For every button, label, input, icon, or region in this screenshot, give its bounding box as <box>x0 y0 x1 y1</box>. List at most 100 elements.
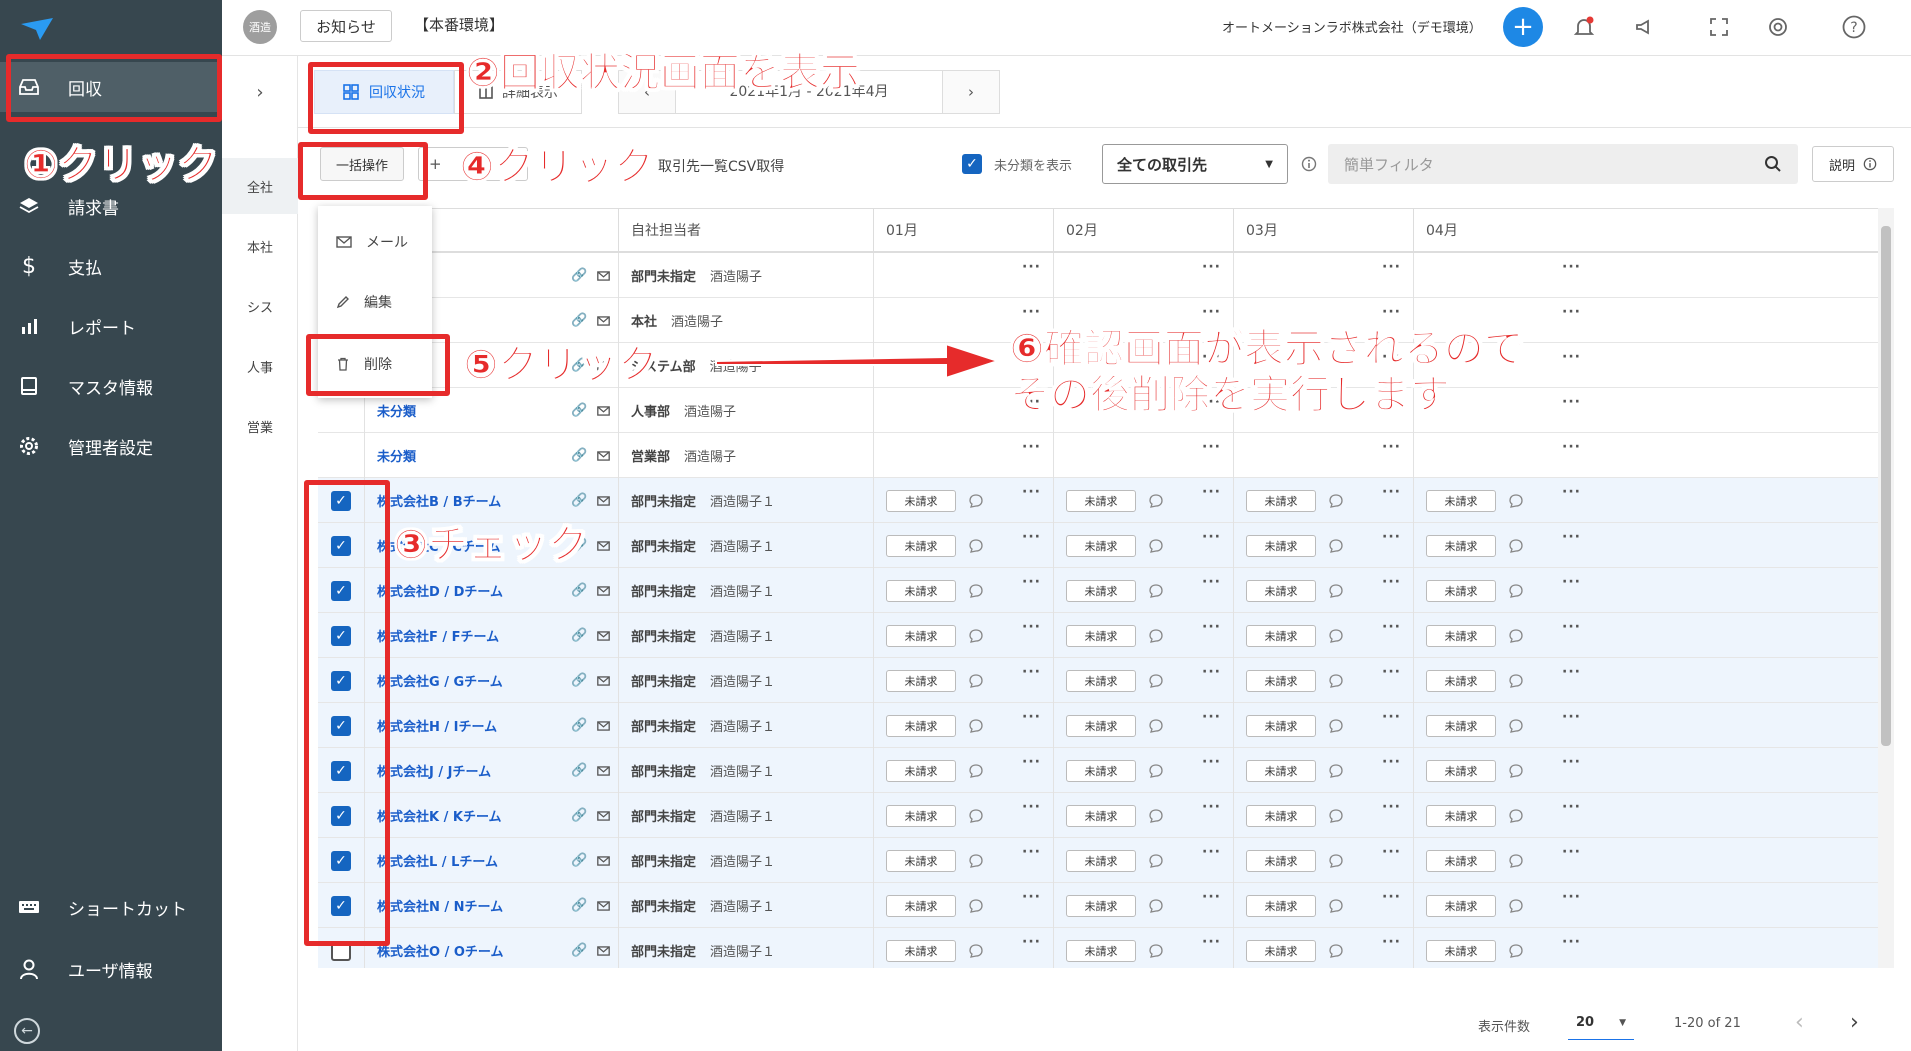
checkbox[interactable]: ✓ <box>962 154 982 174</box>
more-options-icon[interactable]: ··· <box>1202 799 1221 815</box>
more-options-icon[interactable]: ··· <box>1022 619 1041 635</box>
more-options-icon[interactable]: ··· <box>1022 529 1041 545</box>
comment-icon[interactable] <box>1148 808 1164 824</box>
help-icon[interactable]: ? <box>1840 13 1868 41</box>
tenant-chip[interactable]: 酒造 <box>243 10 277 44</box>
status-badge[interactable]: 未請求 <box>886 804 956 827</box>
more-options-icon[interactable]: ··· <box>1202 259 1221 275</box>
status-badge[interactable]: 未請求 <box>1426 669 1496 692</box>
comment-icon[interactable] <box>968 763 984 779</box>
more-options-icon[interactable]: ··· <box>1382 259 1401 275</box>
table-row[interactable]: ✓ 株式会社K / Kチーム 🔗 部門未指定 酒造陽子１ 未請求 ··· 未請求 ··· 未請求 ·… <box>318 793 1878 838</box>
more-options-icon[interactable]: ··· <box>1202 529 1221 545</box>
comment-icon[interactable] <box>968 583 984 599</box>
sidebar-item-shortcut[interactable]: ショートカット <box>0 882 222 932</box>
more-options-icon[interactable]: ··· <box>1382 439 1401 455</box>
comment-icon[interactable] <box>1508 583 1524 599</box>
status-badge[interactable]: 未請求 <box>886 669 956 692</box>
more-options-icon[interactable]: ··· <box>1562 394 1581 410</box>
status-badge[interactable]: 未請求 <box>1066 759 1136 782</box>
comment-icon[interactable] <box>1148 718 1164 734</box>
fullscreen-icon[interactable] <box>1705 13 1733 41</box>
comment-icon[interactable] <box>1148 898 1164 914</box>
column-header[interactable]: 02月 <box>1053 209 1233 253</box>
table-row[interactable]: ✓ 株式会社N / Nチーム 🔗 部門未指定 酒造陽子１ 未請求 ··· 未請求 ··· 未請求 ·… <box>318 883 1878 928</box>
partner-name-link[interactable]: 未分類 <box>377 401 416 420</box>
more-options-icon[interactable]: ··· <box>1022 484 1041 500</box>
more-options-icon[interactable]: ··· <box>1562 484 1581 500</box>
notice-button[interactable]: お知らせ <box>300 10 392 42</box>
more-options-icon[interactable]: ··· <box>1562 664 1581 680</box>
department-item[interactable]: 人事 <box>222 338 298 394</box>
table-row[interactable]: ✓ 株式会社F / Fチーム 🔗 部門未指定 酒造陽子１ 未請求 ··· 未請求 ··· 未請求 ·… <box>318 613 1878 658</box>
show-unclassified[interactable]: ✓ 未分類を表示 <box>962 154 1072 174</box>
more-options-icon[interactable]: ··· <box>1022 889 1041 905</box>
more-options-icon[interactable]: ··· <box>1562 844 1581 860</box>
link-icon[interactable]: 🔗 <box>571 628 587 643</box>
comment-icon[interactable] <box>1508 718 1524 734</box>
more-options-icon[interactable]: ··· <box>1022 439 1041 455</box>
status-badge[interactable]: 未請求 <box>1066 489 1136 512</box>
comment-icon[interactable] <box>968 808 984 824</box>
status-badge[interactable]: 未請求 <box>1066 939 1136 962</box>
more-options-icon[interactable]: ··· <box>1562 259 1581 275</box>
status-badge[interactable]: 未請求 <box>1246 579 1316 602</box>
comment-icon[interactable] <box>1328 628 1344 644</box>
partner-name-link[interactable]: 株式会社O / Oチーム <box>377 941 504 960</box>
mail-icon[interactable] <box>597 675 610 686</box>
more-options-icon[interactable]: ··· <box>1202 664 1221 680</box>
table-row[interactable]: ✓ 株式会社L / Lチーム 🔗 部門未指定 酒造陽子１ 未請求 ··· 未請求 ··· 未請求 ·… <box>318 838 1878 883</box>
status-badge[interactable]: 未請求 <box>886 939 956 962</box>
status-badge[interactable]: 未請求 <box>1426 894 1496 917</box>
link-icon[interactable]: 🔗 <box>571 853 587 868</box>
comment-icon[interactable] <box>968 898 984 914</box>
status-badge[interactable]: 未請求 <box>1066 579 1136 602</box>
comment-icon[interactable] <box>1148 943 1164 959</box>
status-badge[interactable]: 未請求 <box>886 894 956 917</box>
link-icon[interactable]: 🔗 <box>571 763 587 778</box>
per-page-select[interactable]: 20 ▼ <box>1568 1006 1634 1040</box>
sidebar-item-report[interactable]: レポート <box>0 301 222 351</box>
megaphone-icon[interactable] <box>1630 13 1658 41</box>
partner-name-link[interactable]: 株式会社G / Gチーム <box>377 671 503 690</box>
comment-icon[interactable] <box>1328 853 1344 869</box>
more-options-icon[interactable]: ··· <box>1202 709 1221 725</box>
mail-icon[interactable] <box>597 270 610 281</box>
mail-icon[interactable] <box>597 540 610 551</box>
status-badge[interactable]: 未請求 <box>886 534 956 557</box>
status-badge[interactable]: 未請求 <box>1246 624 1316 647</box>
status-badge[interactable]: 未請求 <box>1246 489 1316 512</box>
mail-icon[interactable] <box>597 315 610 326</box>
column-header[interactable]: 03月 <box>1233 209 1413 253</box>
quick-filter-input[interactable]: 簡単フィルタ <box>1328 144 1798 184</box>
link-icon[interactable]: 🔗 <box>571 268 587 283</box>
more-options-icon[interactable]: ··· <box>1562 799 1581 815</box>
chevron-right-icon[interactable]: › <box>943 71 999 113</box>
more-options-icon[interactable]: ··· <box>1022 574 1041 590</box>
more-options-icon[interactable]: ··· <box>1562 754 1581 770</box>
comment-icon[interactable] <box>1148 763 1164 779</box>
status-badge[interactable]: 未請求 <box>886 759 956 782</box>
table-row[interactable]: ✓ 株式会社G / Gチーム 🔗 部門未指定 酒造陽子１ 未請求 ··· 未請求 ··· 未請求 ·… <box>318 658 1878 703</box>
table-row[interactable]: 🔗 部門未指定 酒造陽子 ··· ··· ··· ··· <box>318 253 1878 298</box>
column-header[interactable]: 01月 <box>873 209 1053 253</box>
partner-name-link[interactable]: 株式会社B / Bチーム <box>377 491 501 510</box>
more-options-icon[interactable]: ··· <box>1562 889 1581 905</box>
mail-icon[interactable] <box>597 900 610 911</box>
status-badge[interactable]: 未請求 <box>1066 849 1136 872</box>
sidebar-item-payment[interactable]: $ 支払 <box>0 241 222 291</box>
department-item[interactable]: 全社 <box>222 158 298 214</box>
comment-icon[interactable] <box>968 493 984 509</box>
comment-icon[interactable] <box>1328 808 1344 824</box>
comment-icon[interactable] <box>1508 853 1524 869</box>
more-options-icon[interactable]: ··· <box>1022 934 1041 950</box>
mail-icon[interactable] <box>597 765 610 776</box>
status-badge[interactable]: 未請求 <box>1066 804 1136 827</box>
status-badge[interactable]: 未請求 <box>886 714 956 737</box>
more-options-icon[interactable]: ··· <box>1382 934 1401 950</box>
status-badge[interactable]: 未請求 <box>1426 849 1496 872</box>
more-options-icon[interactable]: ··· <box>1562 709 1581 725</box>
more-options-icon[interactable]: ··· <box>1202 934 1221 950</box>
mail-icon[interactable] <box>597 855 610 866</box>
comment-icon[interactable] <box>968 943 984 959</box>
